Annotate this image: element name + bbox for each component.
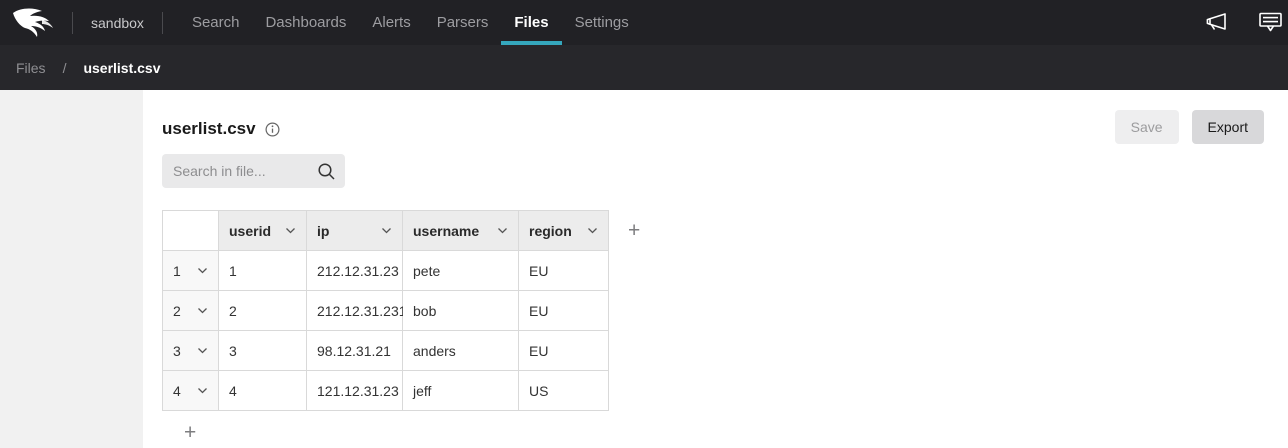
breadcrumb-current-file: userlist.csv bbox=[83, 60, 160, 76]
table-cell-ip[interactable]: 212.12.31.23 bbox=[307, 251, 403, 291]
chevron-down-icon[interactable] bbox=[197, 267, 208, 274]
chevron-down-icon[interactable] bbox=[587, 227, 598, 234]
add-column-button[interactable]: + bbox=[628, 220, 640, 241]
table-cell-username[interactable]: anders bbox=[403, 331, 519, 371]
chevron-down-icon[interactable] bbox=[497, 227, 508, 234]
row-number: 1 bbox=[173, 263, 181, 279]
table-cell-ip[interactable]: 212.12.31.231 bbox=[307, 291, 403, 331]
main-navigation: Search Dashboards Alerts Parsers Files S… bbox=[179, 0, 642, 45]
table-cell-region[interactable]: EU bbox=[519, 331, 609, 371]
row-number-cell[interactable]: 1 bbox=[163, 251, 219, 291]
column-label: userid bbox=[229, 223, 271, 239]
nav-item-dashboards[interactable]: Dashboards bbox=[252, 0, 359, 45]
row-number-cell[interactable]: 3 bbox=[163, 331, 219, 371]
table-cell-userid[interactable]: 2 bbox=[219, 291, 307, 331]
feedback-icon[interactable] bbox=[1259, 12, 1282, 33]
table-cell-username[interactable]: pete bbox=[403, 251, 519, 291]
chevron-down-icon[interactable] bbox=[197, 307, 208, 314]
nav-item-search[interactable]: Search bbox=[179, 0, 253, 45]
csv-table-area: userid ip username bbox=[162, 210, 1288, 411]
row-number-cell[interactable]: 2 bbox=[163, 291, 219, 331]
page-title: userlist.csv bbox=[162, 119, 256, 139]
file-editor-content: userlist.csv Save Export bbox=[143, 90, 1288, 448]
info-icon[interactable] bbox=[265, 122, 280, 137]
megaphone-icon[interactable] bbox=[1204, 12, 1229, 33]
main-area: userlist.csv Save Export bbox=[0, 90, 1288, 448]
chevron-down-icon[interactable] bbox=[285, 227, 296, 234]
row-number: 2 bbox=[173, 303, 181, 319]
row-number: 3 bbox=[173, 343, 181, 359]
workspace-name[interactable]: sandbox bbox=[87, 15, 148, 31]
top-navbar: sandbox Search Dashboards Alerts Parsers… bbox=[0, 0, 1288, 45]
nav-item-files[interactable]: Files bbox=[501, 0, 561, 45]
table-cell-username[interactable]: jeff bbox=[403, 371, 519, 411]
column-header-ip[interactable]: ip bbox=[307, 211, 403, 251]
table-cell-region[interactable]: EU bbox=[519, 291, 609, 331]
table-cell-region[interactable]: EU bbox=[519, 251, 609, 291]
table-cell-userid[interactable]: 1 bbox=[219, 251, 307, 291]
add-row-button[interactable]: + bbox=[184, 422, 196, 443]
file-search bbox=[162, 154, 345, 188]
navbar-right-icons bbox=[1204, 12, 1284, 33]
column-header-username[interactable]: username bbox=[403, 211, 519, 251]
column-header-userid[interactable]: userid bbox=[219, 211, 307, 251]
search-in-file-input[interactable] bbox=[162, 154, 345, 188]
table-cell-region[interactable]: US bbox=[519, 371, 609, 411]
table-cell-userid[interactable]: 4 bbox=[219, 371, 307, 411]
crowdstrike-falcon-logo-icon[interactable] bbox=[12, 7, 56, 39]
navbar-divider bbox=[162, 12, 163, 34]
breadcrumb-separator: / bbox=[63, 60, 67, 76]
chevron-down-icon[interactable] bbox=[381, 227, 392, 234]
left-sidebar bbox=[0, 90, 143, 448]
row-number-cell[interactable]: 4 bbox=[163, 371, 219, 411]
nav-item-alerts[interactable]: Alerts bbox=[359, 0, 423, 45]
breadcrumb: Files / userlist.csv bbox=[0, 45, 1288, 90]
column-header-region[interactable]: region bbox=[519, 211, 609, 251]
table-cell-username[interactable]: bob bbox=[403, 291, 519, 331]
navbar-divider bbox=[72, 12, 73, 34]
nav-item-parsers[interactable]: Parsers bbox=[424, 0, 502, 45]
chevron-down-icon[interactable] bbox=[197, 387, 208, 394]
row-number: 4 bbox=[173, 383, 181, 399]
column-label: ip bbox=[317, 223, 329, 239]
breadcrumb-files-link[interactable]: Files bbox=[16, 60, 46, 76]
save-button[interactable]: Save bbox=[1115, 110, 1179, 144]
chevron-down-icon[interactable] bbox=[197, 347, 208, 354]
table-corner-cell bbox=[163, 211, 219, 251]
csv-table: userid ip username bbox=[162, 210, 609, 411]
column-label: region bbox=[529, 223, 572, 239]
export-button[interactable]: Export bbox=[1192, 110, 1264, 144]
nav-item-settings[interactable]: Settings bbox=[562, 0, 642, 45]
table-cell-ip[interactable]: 121.12.31.23 bbox=[307, 371, 403, 411]
table-cell-ip[interactable]: 98.12.31.21 bbox=[307, 331, 403, 371]
column-label: username bbox=[413, 223, 479, 239]
table-cell-userid[interactable]: 3 bbox=[219, 331, 307, 371]
file-actions: Save Export bbox=[1115, 110, 1264, 144]
